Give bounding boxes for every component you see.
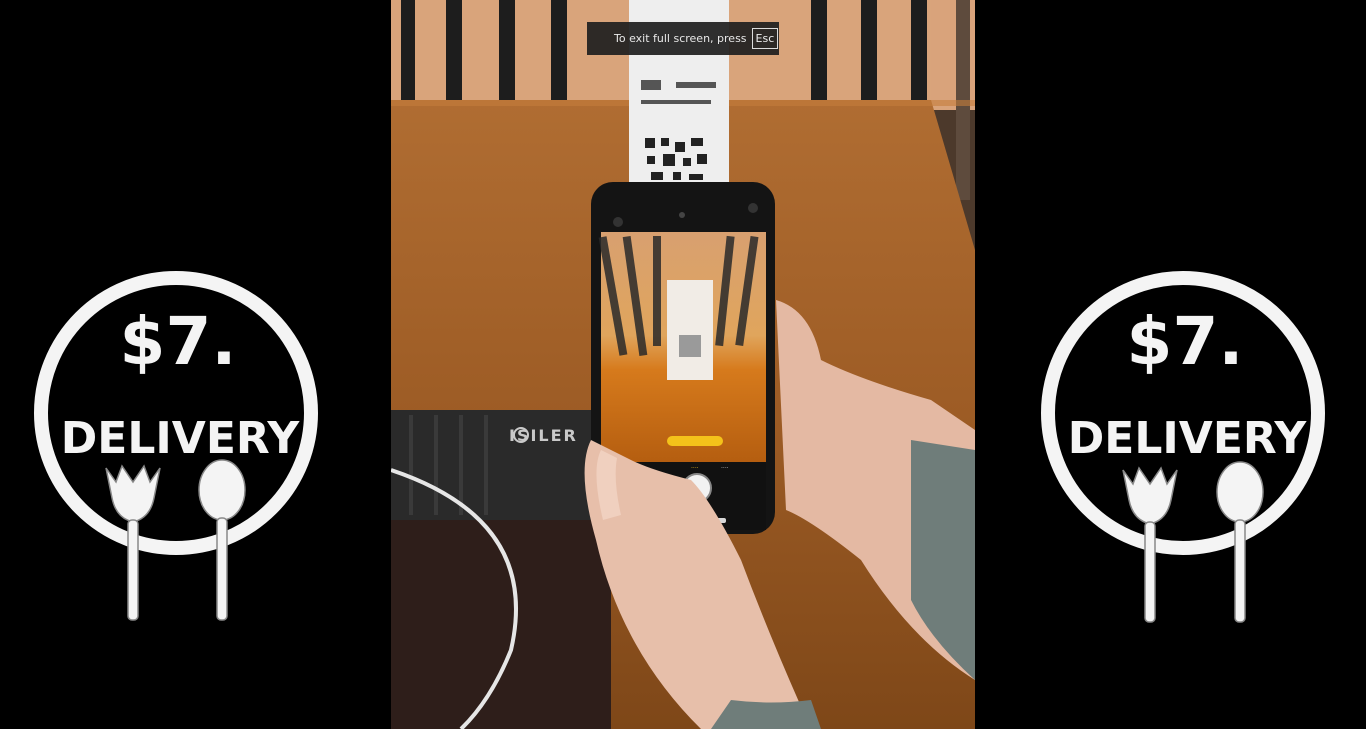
fullscreen-exit-toast: To exit full screen, press Esc bbox=[587, 22, 779, 55]
svg-text:····: ···· bbox=[691, 465, 699, 472]
logo-word: DELIVERY bbox=[61, 413, 301, 464]
delivery-logo-left: $7. DELIVERY bbox=[28, 268, 328, 638]
svg-text:····: ···· bbox=[721, 465, 729, 472]
esc-key-hint: Esc bbox=[751, 28, 779, 49]
delivery-logo-right: $7. DELIVERY bbox=[1035, 268, 1335, 638]
logo-word: DELIVERY bbox=[1068, 413, 1308, 464]
video-frame[interactable]: ISILER ···· ···· bbox=[391, 0, 975, 729]
logo-price: $7. bbox=[120, 303, 237, 380]
fullscreen-video-player[interactable]: $7. DELIVERY $7. DELIVERY ISILER ···· ··… bbox=[0, 0, 1366, 729]
logo-price: $7. bbox=[1127, 303, 1244, 380]
toast-message: To exit full screen, press bbox=[614, 32, 747, 45]
